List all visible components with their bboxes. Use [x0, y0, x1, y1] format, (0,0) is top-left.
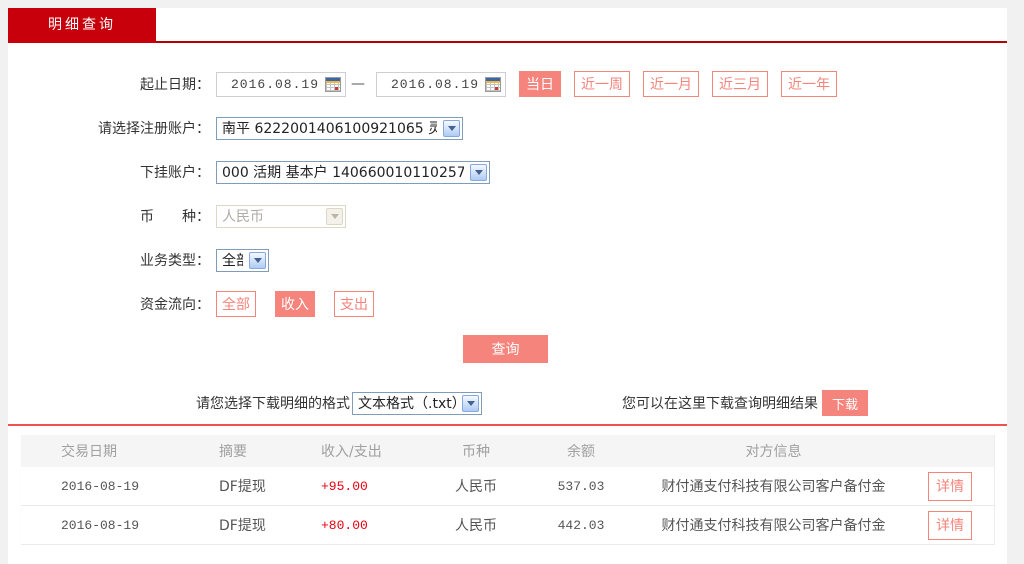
currency-label: 币 种： [140, 209, 210, 225]
start-date-value: 2016.08.19 [230, 76, 319, 92]
query-button[interactable]: 查询 [463, 335, 548, 363]
cell-summary: DF提现 [219, 518, 266, 534]
col-header-summary: 摘要 [219, 444, 247, 460]
business-type-select[interactable]: 全部 [216, 248, 269, 272]
sub-account-value: 000 活期 基本户 1406600101102571848 [222, 165, 464, 181]
table-row: 2016-08-19 DF提现 +80.00 人民币 442.03 财付通支付科… [21, 506, 994, 545]
table-header-row: 交易日期 摘要 收入/支出 币种 余额 对方信息 [21, 435, 994, 467]
cell-amount: +80.00 [321, 517, 368, 533]
cell-counterparty: 财付通支付科技有限公司客户备付金 [661, 479, 886, 495]
date-range-label: 起止日期： [140, 77, 210, 93]
end-date-value: 2016.08.19 [390, 76, 479, 92]
cell-balance: 537.03 [557, 478, 605, 494]
quick-range-quarter-button[interactable]: 近三月 [712, 71, 768, 97]
quick-range-month-button[interactable]: 近一月 [643, 71, 699, 97]
fund-flow-row: 资金流向： 全部 收入 支出 [8, 291, 1007, 317]
quick-range-today-button[interactable]: 当日 [519, 71, 561, 97]
table-row: 2016-08-19 DF提现 +95.00 人民币 537.03 财付通支付科… [21, 467, 994, 506]
tab-bar: 明细查询 [8, 8, 1007, 43]
query-form: 起止日期： 2016.08.19 — 2016.08.19 当日 近一周 近一月… [8, 43, 1007, 317]
col-header-currency: 币种 [462, 444, 490, 460]
currency-row: 币 种： 人民币 [8, 203, 1007, 229]
col-header-amount: 收入/支出 [321, 444, 382, 460]
flow-all-button[interactable]: 全部 [216, 291, 256, 317]
fund-flow-label: 资金流向： [140, 297, 210, 313]
cell-currency: 人民币 [455, 518, 497, 534]
download-format-label: 请您选择下载明细的格式 [196, 396, 350, 412]
detail-button[interactable]: 详情 [928, 510, 972, 540]
register-account-row: 请选择注册账户： 南平 6222001406100921065 灵通卡 [8, 115, 1007, 141]
chevron-down-icon [443, 119, 460, 137]
chevron-down-icon [326, 207, 343, 225]
date-range-separator: — [351, 76, 365, 92]
cell-date: 2016-08-19 [61, 517, 140, 533]
col-header-counterparty: 对方信息 [745, 444, 802, 460]
results-table: 交易日期 摘要 收入/支出 币种 余额 对方信息 2016-08-19 DF提现… [20, 435, 995, 545]
business-type-value: 全部 [222, 253, 243, 269]
business-type-row: 业务类型： 全部 [8, 247, 1007, 273]
register-account-value: 南平 6222001406100921065 灵通卡 [222, 121, 437, 137]
cell-summary: DF提现 [219, 479, 266, 495]
download-format-value: 文本格式（.txt） [358, 396, 456, 412]
currency-select: 人民币 [216, 204, 346, 228]
cell-date: 2016-08-19 [61, 478, 140, 494]
download-row: 请您选择下载明细的格式 文本格式（.txt） 您可以在这里下载查询明细结果 下载 [8, 390, 1007, 416]
download-format-select[interactable]: 文本格式（.txt） [352, 391, 482, 415]
business-type-label: 业务类型： [140, 253, 210, 269]
divider [8, 424, 1007, 426]
quick-range-week-button[interactable]: 近一周 [574, 71, 630, 97]
chevron-down-icon [249, 251, 266, 269]
cell-amount: +95.00 [321, 478, 368, 494]
date-range-row: 起止日期： 2016.08.19 — 2016.08.19 当日 近一周 近一月… [8, 71, 1007, 97]
currency-value: 人民币 [222, 209, 264, 225]
cell-counterparty: 财付通支付科技有限公司客户备付金 [661, 518, 886, 534]
chevron-down-icon [470, 163, 487, 181]
quick-range-year-button[interactable]: 近一年 [781, 71, 837, 97]
download-button[interactable]: 下载 [822, 390, 868, 416]
sub-account-select[interactable]: 000 活期 基本户 1406600101102571848 [216, 160, 490, 184]
cell-currency: 人民币 [455, 479, 497, 495]
calendar-icon[interactable] [325, 76, 341, 92]
download-hint: 您可以在这里下载查询明细结果 [622, 396, 818, 412]
tab-detail-query[interactable]: 明细查询 [8, 8, 156, 43]
chevron-down-icon [462, 394, 479, 412]
sub-account-row: 下挂账户： 000 活期 基本户 1406600101102571848 [8, 159, 1007, 185]
detail-button[interactable]: 详情 [928, 471, 972, 501]
col-header-balance: 余额 [567, 444, 595, 460]
end-date-input[interactable]: 2016.08.19 [376, 71, 506, 97]
register-account-label: 请选择注册账户： [98, 121, 210, 137]
col-header-date: 交易日期 [61, 444, 117, 460]
register-account-select[interactable]: 南平 6222001406100921065 灵通卡 [216, 116, 463, 140]
flow-expense-button[interactable]: 支出 [334, 291, 374, 317]
flow-income-button[interactable]: 收入 [275, 291, 315, 317]
cell-balance: 442.03 [557, 517, 605, 533]
detail-query-panel: 明细查询 起止日期： 2016.08.19 — 2016.08.19 当日 近一… [8, 8, 1007, 564]
calendar-icon[interactable] [485, 76, 501, 92]
sub-account-label: 下挂账户： [140, 165, 210, 181]
start-date-input[interactable]: 2016.08.19 [216, 71, 346, 97]
